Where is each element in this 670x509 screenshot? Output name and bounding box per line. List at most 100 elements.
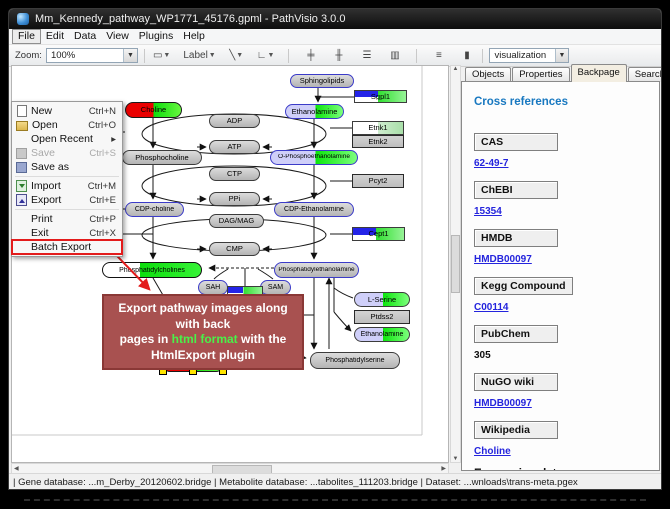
reference-link[interactable]: C00114 xyxy=(474,302,659,314)
node-label: Pcyt2 xyxy=(369,177,388,185)
reference-link[interactable]: HMDB00097 xyxy=(474,398,659,410)
line-tool-button[interactable]: ╲▼ xyxy=(227,47,246,64)
chevron-down-icon[interactable]: ▼ xyxy=(555,49,569,62)
chevron-down-icon[interactable]: ▼ xyxy=(209,52,216,59)
main-area: SphingolipidsSgpl1 Choline Ethanolamine ADP… xyxy=(9,65,661,473)
align-horizontal-center-button[interactable]: ╪ xyxy=(301,47,320,64)
reference-link[interactable]: Choline xyxy=(474,446,659,458)
stack-horizontal-button[interactable]: ▮ xyxy=(457,47,476,64)
node-cdp-choline[interactable]: CDP-choline xyxy=(125,202,184,217)
label-tool-button[interactable]: Label▼ xyxy=(181,47,217,64)
menu-view[interactable]: View xyxy=(101,30,134,43)
chevron-down-icon[interactable]: ▼ xyxy=(123,49,137,62)
menu-item-exit[interactable]: ExitCtrl+X xyxy=(12,226,122,240)
connector-tool-button[interactable]: ∟▼ xyxy=(255,47,277,64)
node-phosphatidylethanolamine[interactable]: Phosphatidylethanolamine xyxy=(274,262,359,278)
node-label: ATP xyxy=(227,143,241,151)
node-ppi[interactable]: PPi xyxy=(209,192,260,206)
tab-search[interactable]: Search xyxy=(628,67,662,82)
toolbar-separator xyxy=(482,49,483,63)
side-panel-tabs: ObjectsPropertiesBackpageSearchLegend xyxy=(461,65,662,82)
menu-item-shortcut: Ctrl+X xyxy=(89,228,116,239)
node-sam[interactable]: SAM xyxy=(260,280,291,295)
node-label: CDP-choline xyxy=(135,206,174,213)
scroll-right-icon[interactable]: ▶ xyxy=(441,465,446,472)
node-phosphocholine[interactable]: Phosphocholine xyxy=(122,150,202,165)
menu-item-label: Export xyxy=(31,194,85,206)
reference-source: HMDB xyxy=(474,229,558,247)
zoom-label: Zoom: xyxy=(15,50,42,61)
zoom-combobox[interactable]: 100% ▼ xyxy=(46,48,138,63)
window-title: Mm_Kennedy_pathway_WP1771_45176.gpml - P… xyxy=(35,13,345,25)
menu-data[interactable]: Data xyxy=(69,30,101,43)
datanode-tool-button[interactable]: ▭▼ xyxy=(151,47,172,64)
menu-item-open-recent[interactable]: Open Recent▸ xyxy=(12,132,122,146)
callout-line1: Export pathway images along with back xyxy=(118,301,287,331)
scroll-up-icon[interactable]: ▲ xyxy=(453,66,459,72)
node-o-phosphoethanolamine[interactable]: O-Phosphoethanolamine xyxy=(270,150,358,165)
menu-item-batch-export[interactable]: Batch Export xyxy=(12,240,122,254)
chevron-down-icon[interactable]: ▼ xyxy=(268,52,275,59)
node-pcyt2[interactable]: Pcyt2 xyxy=(352,174,404,188)
scroll-left-icon[interactable]: ◀ xyxy=(14,465,19,472)
node-ethanolamine-bottom[interactable]: Ethanolamine xyxy=(354,327,410,342)
reference-link[interactable]: HMDB00097 xyxy=(474,254,659,266)
node-adp[interactable]: ADP xyxy=(209,114,260,128)
node-sgpl1[interactable]: Sgpl1 xyxy=(354,90,407,103)
reference-link[interactable]: 62-49-7 xyxy=(474,158,659,170)
tab-backpage[interactable]: Backpage xyxy=(571,64,627,82)
node-ctp[interactable]: CTP xyxy=(209,167,260,181)
visualization-combobox[interactable]: visualization ▼ xyxy=(489,48,569,63)
menu-edit[interactable]: Edit xyxy=(41,30,69,43)
reference-list: CAS62-49-7ChEBI15354HMDBHMDB00097Kegg Co… xyxy=(474,132,659,458)
node-dag-mag[interactable]: DAG/MAG xyxy=(209,214,264,228)
common-height-button[interactable]: ▥ xyxy=(385,47,404,64)
menu-item-print[interactable]: PrintCtrl+P xyxy=(12,212,122,226)
tab-objects[interactable]: Objects xyxy=(465,67,511,82)
menu-item-shortcut: Ctrl+E xyxy=(89,195,116,206)
node-l-serine[interactable]: L-Serine xyxy=(354,292,410,307)
reference-section-pubchem: PubChem305 xyxy=(474,324,659,362)
menu-item-export[interactable]: Export Ctrl+E xyxy=(12,193,122,207)
reference-link[interactable]: 15354 xyxy=(474,206,659,218)
tab-properties[interactable]: Properties xyxy=(512,67,569,82)
zoom-value: 100% xyxy=(51,50,75,61)
callout-line2: pages in xyxy=(120,332,172,346)
node-phosphatidylcholines[interactable]: Phosphatidylcholines xyxy=(102,262,202,278)
menu-item-new[interactable]: NewCtrl+N xyxy=(12,104,122,118)
scrollbar-thumb[interactable] xyxy=(451,235,460,293)
menu-item-open[interactable]: OpenCtrl+O xyxy=(12,118,122,132)
vertical-scrollbar[interactable]: ▲ ▼ xyxy=(450,65,461,463)
stack-vertical-button[interactable]: ≡ xyxy=(429,47,448,64)
node-cdp-ethanolamine[interactable]: CDP-Ethanolamine xyxy=(274,202,354,217)
align-vertical-center-button[interactable]: ╫ xyxy=(329,47,348,64)
node-label: Cept1 xyxy=(368,230,388,238)
chevron-down-icon[interactable]: ▼ xyxy=(163,52,170,59)
title-bar[interactable]: Mm_Kennedy_pathway_WP1771_45176.gpml - P… xyxy=(9,9,661,29)
menu-item-save-as[interactable]: Save as xyxy=(12,160,122,174)
menu-help[interactable]: Help xyxy=(178,30,210,43)
save-icon xyxy=(16,148,27,159)
menu-plugins[interactable]: Plugins xyxy=(134,30,178,43)
node-phosphatidylserine[interactable]: Phosphatidylserine xyxy=(310,352,400,369)
node-sphingolipids[interactable]: Sphingolipids xyxy=(290,74,354,88)
node-ptdss2[interactable]: Ptdss2 xyxy=(354,310,410,324)
node-atp[interactable]: ATP xyxy=(209,140,260,154)
node-label: CDP-Ethanolamine xyxy=(284,206,344,213)
common-width-button[interactable]: ☰ xyxy=(357,47,376,64)
scroll-down-icon[interactable]: ▼ xyxy=(453,456,459,462)
node-cept1[interactable]: Cept1 xyxy=(352,227,405,241)
menu-item-import[interactable]: ImportCtrl+M xyxy=(12,179,122,193)
node-choline-top[interactable]: Choline xyxy=(125,102,182,118)
reference-section-wikipedia: WikipediaCholine xyxy=(474,420,659,458)
node-sah[interactable]: SAH xyxy=(198,280,228,295)
menu-item-shortcut: Ctrl+P xyxy=(89,214,116,225)
chevron-down-icon[interactable]: ▼ xyxy=(236,52,243,59)
node-etnk1[interactable]: Etnk1 xyxy=(352,121,404,135)
menu-item-label: Import xyxy=(31,180,84,192)
reference-section-cas: CAS62-49-7 xyxy=(474,132,659,170)
node-etnk2[interactable]: Etnk2 xyxy=(352,135,404,148)
node-ethanolamine-top[interactable]: Ethanolamine xyxy=(285,104,344,119)
menu-file[interactable]: File xyxy=(12,29,41,44)
node-cmp[interactable]: CMP xyxy=(209,242,260,256)
